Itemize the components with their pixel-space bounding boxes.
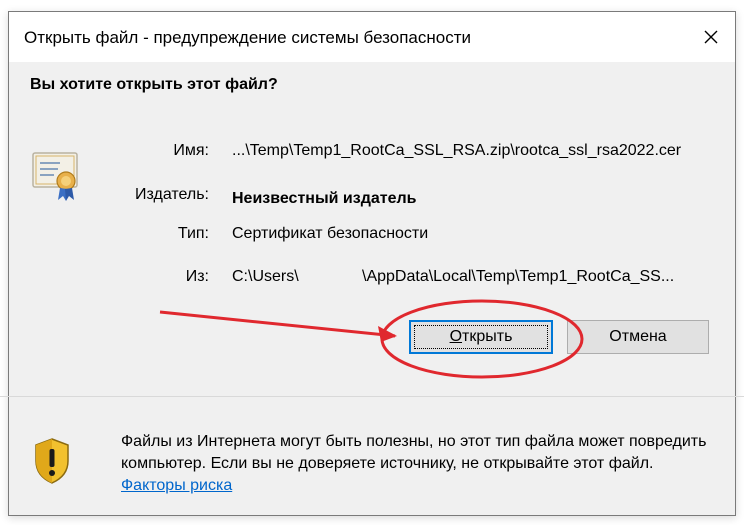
type-value: Сертификат безопасности bbox=[232, 225, 429, 242]
from-value-suffix: \AppData\Local\Temp\Temp1_RootCa_SS... bbox=[362, 268, 675, 285]
security-shield-icon bbox=[33, 437, 71, 485]
risk-factors-link[interactable]: Факторы риска bbox=[121, 477, 232, 494]
open-button[interactable]: Открыть bbox=[409, 320, 553, 354]
close-button[interactable] bbox=[687, 12, 735, 62]
question-heading: Вы хотите открыть этот файл? bbox=[30, 76, 278, 93]
from-value-prefix: C:\Users\ bbox=[232, 268, 299, 285]
warning-text: Файлы из Интернета могут быть полезны, н… bbox=[121, 433, 707, 472]
publisher-value: Неизвестный издатель bbox=[232, 190, 417, 207]
open-button-label: ткрыть bbox=[462, 328, 513, 345]
certificate-icon bbox=[30, 145, 82, 205]
dialog-title: Открыть файл - предупреждение системы бе… bbox=[24, 28, 471, 47]
divider bbox=[0, 396, 744, 397]
cancel-button[interactable]: Отмена bbox=[567, 320, 709, 354]
title-bar: Открыть файл - предупреждение системы бе… bbox=[9, 12, 735, 62]
open-accelerator: О bbox=[449, 328, 463, 345]
warning-message: Файлы из Интернета могут быть полезны, н… bbox=[121, 431, 711, 497]
name-label: Имя: bbox=[173, 142, 209, 159]
close-icon bbox=[704, 30, 718, 44]
open-button-focus: Открыть bbox=[414, 325, 548, 349]
from-label: Из: bbox=[185, 268, 209, 285]
name-value: ...\Temp\Temp1_RootCa_SSL_RSA.zip\rootca… bbox=[232, 142, 682, 159]
type-label: Тип: bbox=[177, 225, 209, 242]
publisher-label: Издатель: bbox=[135, 186, 209, 203]
